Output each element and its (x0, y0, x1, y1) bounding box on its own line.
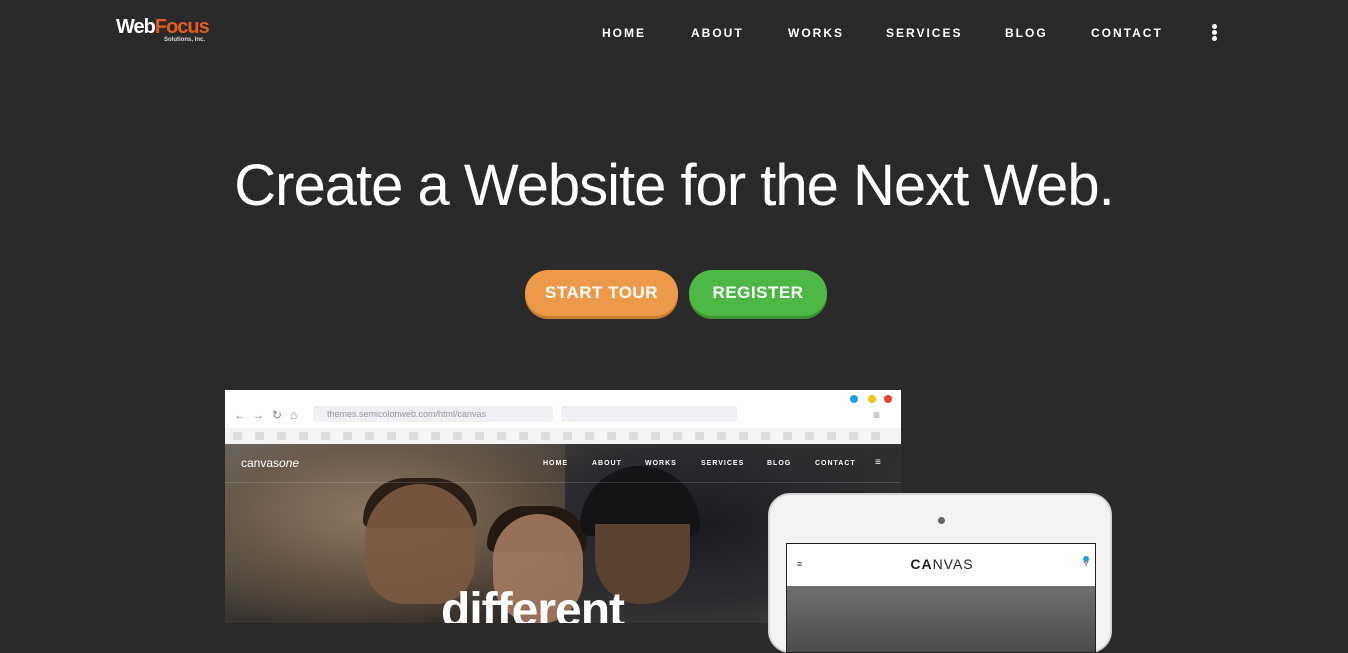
forward-icon: → (252, 408, 264, 422)
site-logo: canvasone (241, 456, 300, 470)
window-dot-yellow (868, 395, 876, 403)
site-nav: canvasone HOME ABOUT WORKS SERVICES BLOG… (225, 444, 901, 483)
logo-web: Web (116, 16, 156, 38)
browser-search-bar (561, 406, 737, 422)
tablet-cart-badge (1083, 556, 1089, 562)
logo-focus: Focus (154, 16, 210, 38)
reload-icon: ↻ (272, 408, 283, 422)
site-hero-word: different (441, 584, 625, 624)
browser-menu-icon: ≡ (873, 408, 881, 422)
address-bar: themes.semicolonweb.com/html/canvas (313, 406, 553, 422)
site-nav-works: WORKS (645, 460, 677, 467)
window-dot-blue (850, 395, 858, 403)
window-dot-red (884, 395, 892, 403)
register-button[interactable]: REGISTER (689, 270, 827, 316)
nav-home[interactable]: HOME (602, 26, 646, 40)
logo[interactable]: WebFocus Solutions, Inc. (116, 16, 216, 48)
nav-contact[interactable]: CONTACT (1091, 26, 1163, 40)
tablet-camera (938, 517, 945, 524)
site-nav-contact: CONTACT (815, 460, 856, 467)
nav-blog[interactable]: BLOG (1005, 26, 1048, 40)
site-nav-home: HOME (543, 460, 568, 467)
nav-works[interactable]: WORKS (788, 26, 844, 40)
tablet-mockup: ≡ CANVAS ⚲ (768, 493, 1112, 653)
back-icon: ← (234, 408, 246, 422)
tablet-screen: ≡ CANVAS ⚲ (786, 543, 1096, 653)
site-nav-services: SERVICES (701, 460, 745, 467)
site-nav-about: ABOUT (592, 460, 622, 467)
site-nav-blog: BLOG (767, 460, 792, 467)
site-menu-icon: ≡ (875, 457, 882, 468)
tablet-logo: CANVAS (910, 556, 974, 572)
tablet-header: ≡ CANVAS ⚲ (787, 544, 1095, 586)
hero-title: Create a Website for the Next Web. (234, 153, 1114, 218)
logo-text: WebFocus (116, 16, 210, 38)
bookmark-bar (225, 428, 901, 444)
nav-about[interactable]: ABOUT (691, 26, 744, 40)
more-menu-icon[interactable] (1209, 24, 1219, 42)
nav-services[interactable]: SERVICES (886, 26, 962, 40)
tablet-hero-image (787, 586, 1095, 652)
logo-subtitle: Solutions, Inc. (164, 37, 206, 43)
start-tour-button[interactable]: START TOUR (525, 270, 678, 316)
home-icon: ⌂ (290, 408, 298, 422)
